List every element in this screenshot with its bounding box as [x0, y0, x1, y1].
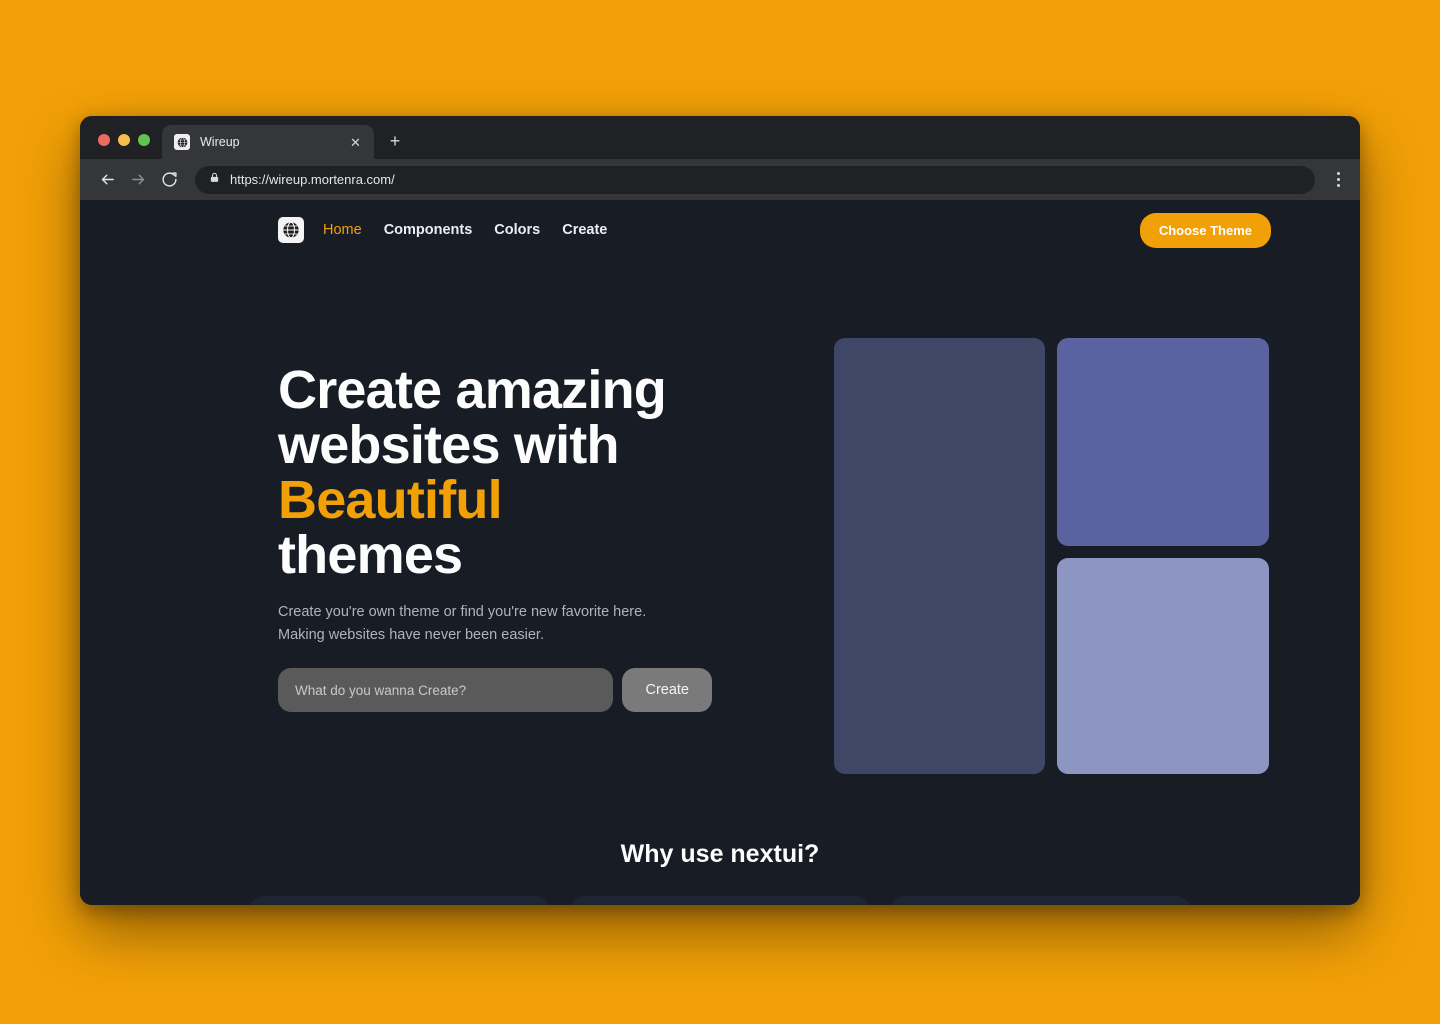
desktop-background: Wireup ✕ + https://wireup.mortenra.com/ … [0, 0, 1440, 1024]
nav-link-colors[interactable]: Colors [494, 222, 540, 238]
swatch-medium[interactable] [1057, 338, 1269, 546]
kebab-dot [1336, 178, 1340, 181]
reload-button[interactable] [155, 165, 184, 194]
swatch-column-right [1057, 338, 1269, 774]
why-section-title: Why use nextui? [620, 840, 820, 868]
wireup-logo-icon[interactable] [278, 217, 304, 243]
hero-title-line-4: themes [278, 525, 463, 586]
choose-theme-button[interactable]: Choose Theme [1139, 212, 1271, 248]
browser-tab[interactable]: Wireup ✕ [162, 125, 374, 159]
nav-link-components[interactable]: Components [384, 222, 473, 238]
swatch-light[interactable] [1057, 558, 1269, 774]
hero-title: Create amazing websites with Beautiful t… [278, 360, 712, 586]
why-card[interactable] [891, 896, 1191, 905]
browser-menu-button[interactable] [1325, 165, 1351, 194]
theme-swatch-preview [834, 338, 1271, 774]
hero-subtitle-line-2: Making websites have never been easier. [278, 626, 544, 643]
forward-button[interactable] [124, 165, 153, 194]
tab-title: Wireup [200, 135, 240, 149]
back-button[interactable] [93, 165, 122, 194]
new-tab-button[interactable]: + [381, 127, 409, 155]
kebab-dot [1336, 172, 1340, 175]
why-card[interactable] [570, 896, 870, 905]
url-text: https://wireup.mortenra.com/ [230, 172, 395, 187]
hero-subtitle-line-1: Create you're own theme or find you're n… [278, 604, 647, 621]
address-bar[interactable]: https://wireup.mortenra.com/ [195, 165, 1315, 194]
page-viewport: Home Components Colors Create Choose The… [80, 200, 1360, 905]
hero-title-line-1: Create amazing [278, 360, 667, 420]
nav-link-home[interactable]: Home [323, 222, 362, 238]
hero-create-form: Create [278, 668, 712, 713]
why-card[interactable] [250, 896, 549, 905]
hero-title-accent: Beautiful [278, 470, 503, 531]
why-card-list [80, 896, 1360, 905]
swatch-dark[interactable] [834, 338, 1045, 774]
minimize-window-button[interactable] [118, 134, 130, 146]
browser-window: Wireup ✕ + https://wireup.mortenra.com/ … [80, 116, 1360, 905]
hero-section: Create amazing websites with Beautiful t… [80, 260, 1360, 774]
lock-icon [209, 171, 220, 189]
close-window-button[interactable] [98, 134, 110, 146]
wireup-favicon-icon [174, 134, 190, 150]
hero-subtitle: Create you're own theme or find you're n… [278, 601, 712, 646]
maximize-window-button[interactable] [138, 134, 150, 146]
site-navbar: Home Components Colors Create Choose The… [80, 200, 1360, 260]
hero-title-line-2: websites with [278, 415, 619, 476]
create-submit-button[interactable]: Create [622, 668, 712, 713]
swatch-column-left [834, 338, 1045, 774]
nav-link-create[interactable]: Create [562, 222, 607, 238]
window-controls [80, 134, 162, 159]
create-prompt-input[interactable] [278, 668, 614, 713]
close-tab-icon[interactable]: ✕ [347, 134, 364, 151]
site-nav-links: Home Components Colors Create [323, 222, 607, 238]
why-section: Why use nextui? [80, 840, 1360, 905]
browser-toolbar: https://wireup.mortenra.com/ [80, 159, 1360, 200]
browser-titlebar: Wireup ✕ + [80, 116, 1360, 159]
kebab-dot [1336, 184, 1340, 187]
hero-copy: Create amazing websites with Beautiful t… [278, 338, 712, 713]
